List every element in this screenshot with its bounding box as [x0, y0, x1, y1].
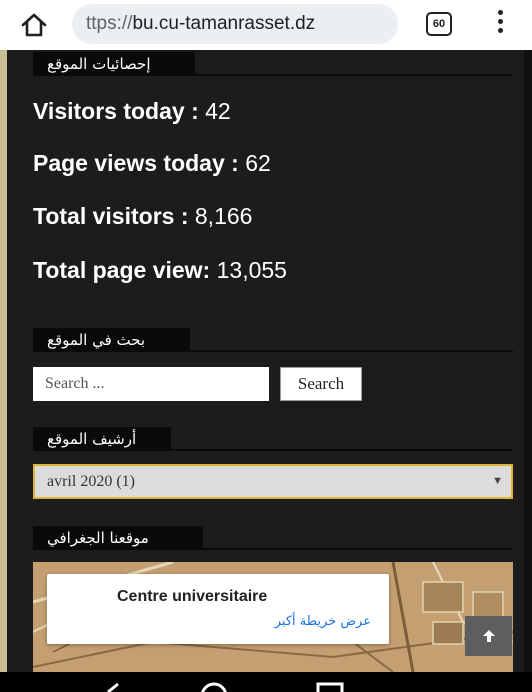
back-icon	[107, 682, 119, 692]
archive-widget-title: أرشيف الموقع	[33, 427, 171, 451]
title-divider	[33, 350, 513, 352]
address-bar[interactable]: ttps://bu.cu-tamanrasset.dz	[72, 4, 398, 44]
page-content: إحصائيات الموقع Visitors today : 42 Page…	[0, 50, 532, 672]
map-place-name: Centre universitaire	[117, 588, 268, 605]
search-button[interactable]: Search	[280, 367, 362, 401]
page-views-today-label: Page views today :	[33, 150, 239, 176]
page-views-today-value: 62	[245, 150, 271, 176]
dropdown-arrow-icon: ▼	[492, 475, 503, 487]
home-nav-icon	[201, 682, 227, 692]
total-page-view: Total page view: 13,055	[33, 257, 287, 284]
title-divider	[33, 449, 513, 451]
system-navigation-bar	[0, 672, 532, 692]
visitors-today-value: 42	[205, 98, 231, 124]
search-widget-title: بحث في الموقع	[33, 328, 190, 352]
url-prefix: ttps://	[86, 13, 133, 34]
page-views-today: Page views today : 62	[33, 150, 271, 177]
map-widget-title: موقعنا الجغرافي	[33, 526, 203, 550]
overflow-menu-icon[interactable]	[492, 10, 508, 38]
total-page-view-label: Total page view:	[33, 257, 211, 283]
total-visitors: Total visitors : 8,166	[33, 203, 252, 230]
arrow-up-icon	[482, 630, 495, 642]
url-host: bu.cu-tamanrasset.dz	[132, 13, 316, 34]
scroll-to-top-button[interactable]	[465, 616, 512, 656]
embedded-map[interactable]: Centre universitaire عرض خريطة أكبر	[33, 562, 513, 672]
stats-widget-title: إحصائيات الموقع	[33, 52, 195, 76]
archive-dropdown[interactable]: avril 2020 (1) ▼	[33, 464, 513, 499]
total-page-view-value: 13,055	[216, 257, 287, 283]
title-divider	[33, 548, 513, 550]
search-placeholder: Search ...	[45, 375, 105, 392]
recents-icon	[316, 682, 344, 692]
tab-count: 60	[432, 18, 446, 30]
archive-selected-value: avril 2020 (1)	[47, 472, 135, 490]
map-info-card: Centre universitaire عرض خريطة أكبر	[47, 574, 389, 644]
total-visitors-label: Total visitors :	[33, 203, 189, 229]
home-icon[interactable]	[20, 12, 48, 38]
browser-toolbar: ttps://bu.cu-tamanrasset.dz 60	[0, 0, 532, 50]
larger-map-link[interactable]: عرض خريطة أكبر	[275, 614, 371, 629]
title-divider	[33, 74, 513, 76]
right-border	[524, 50, 532, 672]
search-input[interactable]: Search ...	[33, 367, 269, 401]
tab-switcher-button[interactable]: 60	[426, 12, 452, 36]
left-border	[0, 50, 7, 672]
visitors-today-label: Visitors today :	[33, 98, 199, 124]
total-visitors-value: 8,166	[194, 203, 253, 229]
visitors-today: Visitors today : 42	[33, 98, 231, 125]
